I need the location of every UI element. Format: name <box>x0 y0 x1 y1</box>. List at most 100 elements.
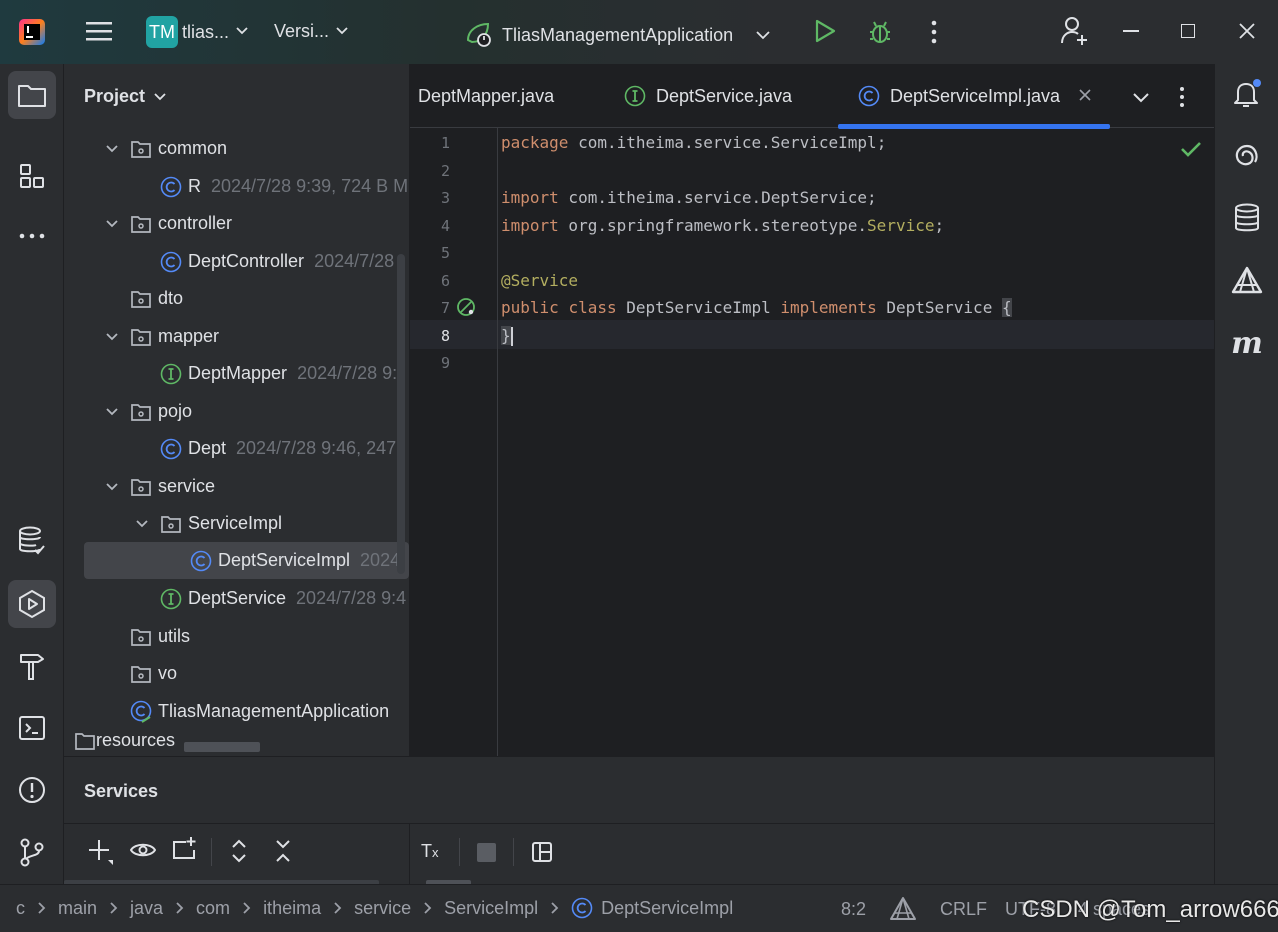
chevron-down-icon[interactable] <box>102 402 122 422</box>
title-bar: TM tlias... Versi... TliasManagementAppl… <box>0 0 1278 64</box>
code-line-7[interactable]: public class DeptServiceImpl implements … <box>501 298 1012 317</box>
tab-more-icon[interactable] <box>1179 86 1185 113</box>
minimize-button[interactable] <box>1123 30 1139 32</box>
tree-row-utils[interactable]: utils <box>130 618 190 655</box>
tree-row-dept[interactable]: Dept 2024/7/28 9:46, 247 <box>160 430 396 467</box>
maximize-button[interactable] <box>1181 24 1195 38</box>
close-window-button[interactable] <box>1238 22 1256 45</box>
tree-row-deptcontroller[interactable]: DeptController 2024/7/28 <box>160 243 394 280</box>
no-problems-check-icon[interactable] <box>1180 140 1202 163</box>
class-icon <box>160 176 182 198</box>
breadcrumb-item[interactable]: ServiceImpl <box>444 898 538 919</box>
add-service-icon[interactable] <box>88 838 114 871</box>
tree-row-common[interactable]: common <box>102 130 227 167</box>
tree-row-deptmapper[interactable]: DeptMapper 2024/7/28 9: <box>160 355 397 392</box>
tree-row-vo[interactable]: vo <box>130 655 177 692</box>
code-line-8[interactable]: } <box>501 326 513 346</box>
structure-icon <box>20 164 44 188</box>
tree-row-mapper[interactable]: mapper <box>102 318 219 355</box>
services-tool-button[interactable] <box>8 580 56 628</box>
breadcrumb-item[interactable]: c <box>16 898 25 919</box>
tree-label: dto <box>158 288 184 308</box>
horizontal-scrollbar[interactable] <box>184 742 260 752</box>
tree-row-tliasmanagementapplication[interactable]: TliasManagementApplication <box>130 693 389 730</box>
breadcrumb-item[interactable]: itheima <box>263 898 321 919</box>
tree-row-resources[interactable]: resources <box>74 730 175 756</box>
run-button[interactable] <box>813 18 837 49</box>
chevron-down-icon <box>755 27 771 45</box>
vertical-scrollbar[interactable] <box>397 254 405 574</box>
breadcrumb-item[interactable]: com <box>196 898 230 919</box>
collapse-all-icon[interactable] <box>274 838 292 869</box>
transaction-mode-icon[interactable]: Tx <box>421 841 439 862</box>
add-user-icon[interactable] <box>1060 15 1090 52</box>
watermark: CSDN @Tom_arrow666 <box>1022 896 1278 923</box>
chevron-down-icon[interactable] <box>102 327 122 347</box>
code-line-4[interactable]: import org.springframework.stereotype.Se… <box>501 216 944 235</box>
package-folder-icon <box>130 288 152 310</box>
code-line-3[interactable]: import com.itheima.service.DeptService; <box>501 188 877 207</box>
notifications-button[interactable] <box>1223 70 1271 118</box>
eye-icon[interactable] <box>129 840 157 865</box>
tab-deptmapper[interactable]: DeptMapper.java <box>418 64 554 128</box>
layout-icon[interactable] <box>531 841 553 868</box>
project-switcher[interactable]: TM tlias... <box>146 16 249 48</box>
breadcrumb-item[interactable]: main <box>58 898 97 919</box>
stop-icon[interactable] <box>477 843 496 862</box>
tree-label: DeptMapper <box>188 363 288 383</box>
close-tab-icon[interactable] <box>1078 86 1092 107</box>
maven-button[interactable]: m <box>1223 319 1271 367</box>
build-tool-button[interactable] <box>8 642 56 690</box>
debug-button[interactable] <box>866 18 894 51</box>
vcs-widget[interactable]: Versi... <box>274 21 349 42</box>
cursor-position[interactable]: 8:2 <box>841 899 866 920</box>
git-branch-icon <box>20 838 44 867</box>
tree-row-service[interactable]: service <box>102 468 215 505</box>
app-logo-icon[interactable] <box>18 18 46 46</box>
breadcrumb-item[interactable]: service <box>354 898 411 919</box>
breadcrumb-item-current[interactable]: DeptServiceImpl <box>571 897 733 919</box>
database-tool-button[interactable] <box>8 517 56 565</box>
spring-bean-gutter-icon[interactable] <box>456 297 476 322</box>
project-panel-header[interactable]: Project <box>84 86 167 107</box>
code-line-1[interactable]: package com.itheima.service.ServiceImpl; <box>501 133 886 152</box>
tree-row-deptservice[interactable]: DeptService 2024/7/28 9:4 <box>160 580 406 617</box>
terminal-tool-button[interactable] <box>8 704 56 752</box>
structure-tool-button[interactable] <box>8 152 56 200</box>
code-line-6[interactable]: @Service <box>501 271 578 290</box>
plugin-tool-button[interactable] <box>1223 257 1271 305</box>
tree-label: R <box>188 176 201 196</box>
problems-tool-button[interactable] <box>8 766 56 814</box>
chevron-down-icon[interactable] <box>132 514 152 534</box>
resources-folder-icon <box>74 730 96 752</box>
more-tools-button[interactable] <box>8 212 56 260</box>
run-config-selector[interactable]: TliasManagementApplication <box>464 18 771 53</box>
tree-row-controller[interactable]: controller <box>102 205 232 242</box>
code-editor: DeptMapper.java DeptService.java DeptSer… <box>410 64 1214 756</box>
line-separator[interactable]: CRLF <box>940 899 987 920</box>
tree-row-serviceimpl[interactable]: ServiceImpl <box>132 505 282 542</box>
chevron-down-icon[interactable] <box>102 214 122 234</box>
breadcrumb-item[interactable]: java <box>130 898 163 919</box>
plugin-status-icon[interactable] <box>889 896 917 927</box>
project-panel: Project common R 2024/7/28 9:39, 724 B M… <box>64 64 409 756</box>
tree-row-dto[interactable]: dto <box>130 280 183 317</box>
tree-row-deptserviceimpl[interactable]: DeptServiceImpl 2024 <box>84 542 409 579</box>
more-actions-icon[interactable] <box>930 20 938 49</box>
editor-tabs: DeptMapper.java DeptService.java DeptSer… <box>410 64 1214 129</box>
database-button[interactable] <box>1223 194 1271 242</box>
expand-all-icon[interactable] <box>230 838 248 869</box>
chevron-down-icon[interactable] <box>102 139 122 159</box>
ai-assistant-button[interactable] <box>1223 132 1271 180</box>
main-menu-icon[interactable] <box>86 18 112 44</box>
chevron-down-icon[interactable] <box>102 477 122 497</box>
tab-deptserviceimpl[interactable]: DeptServiceImpl.java <box>838 64 1110 129</box>
tab-list-chevron-icon[interactable] <box>1132 91 1150 109</box>
new-tab-icon[interactable] <box>172 836 198 867</box>
tree-row-r[interactable]: R 2024/7/28 9:39, 724 B M <box>160 168 408 205</box>
git-tool-button[interactable] <box>8 828 56 876</box>
tab-deptservice[interactable]: DeptService.java <box>624 64 792 128</box>
tree-row-pojo[interactable]: pojo <box>102 393 192 430</box>
folder-icon <box>18 85 46 107</box>
project-tool-button[interactable] <box>8 71 56 119</box>
